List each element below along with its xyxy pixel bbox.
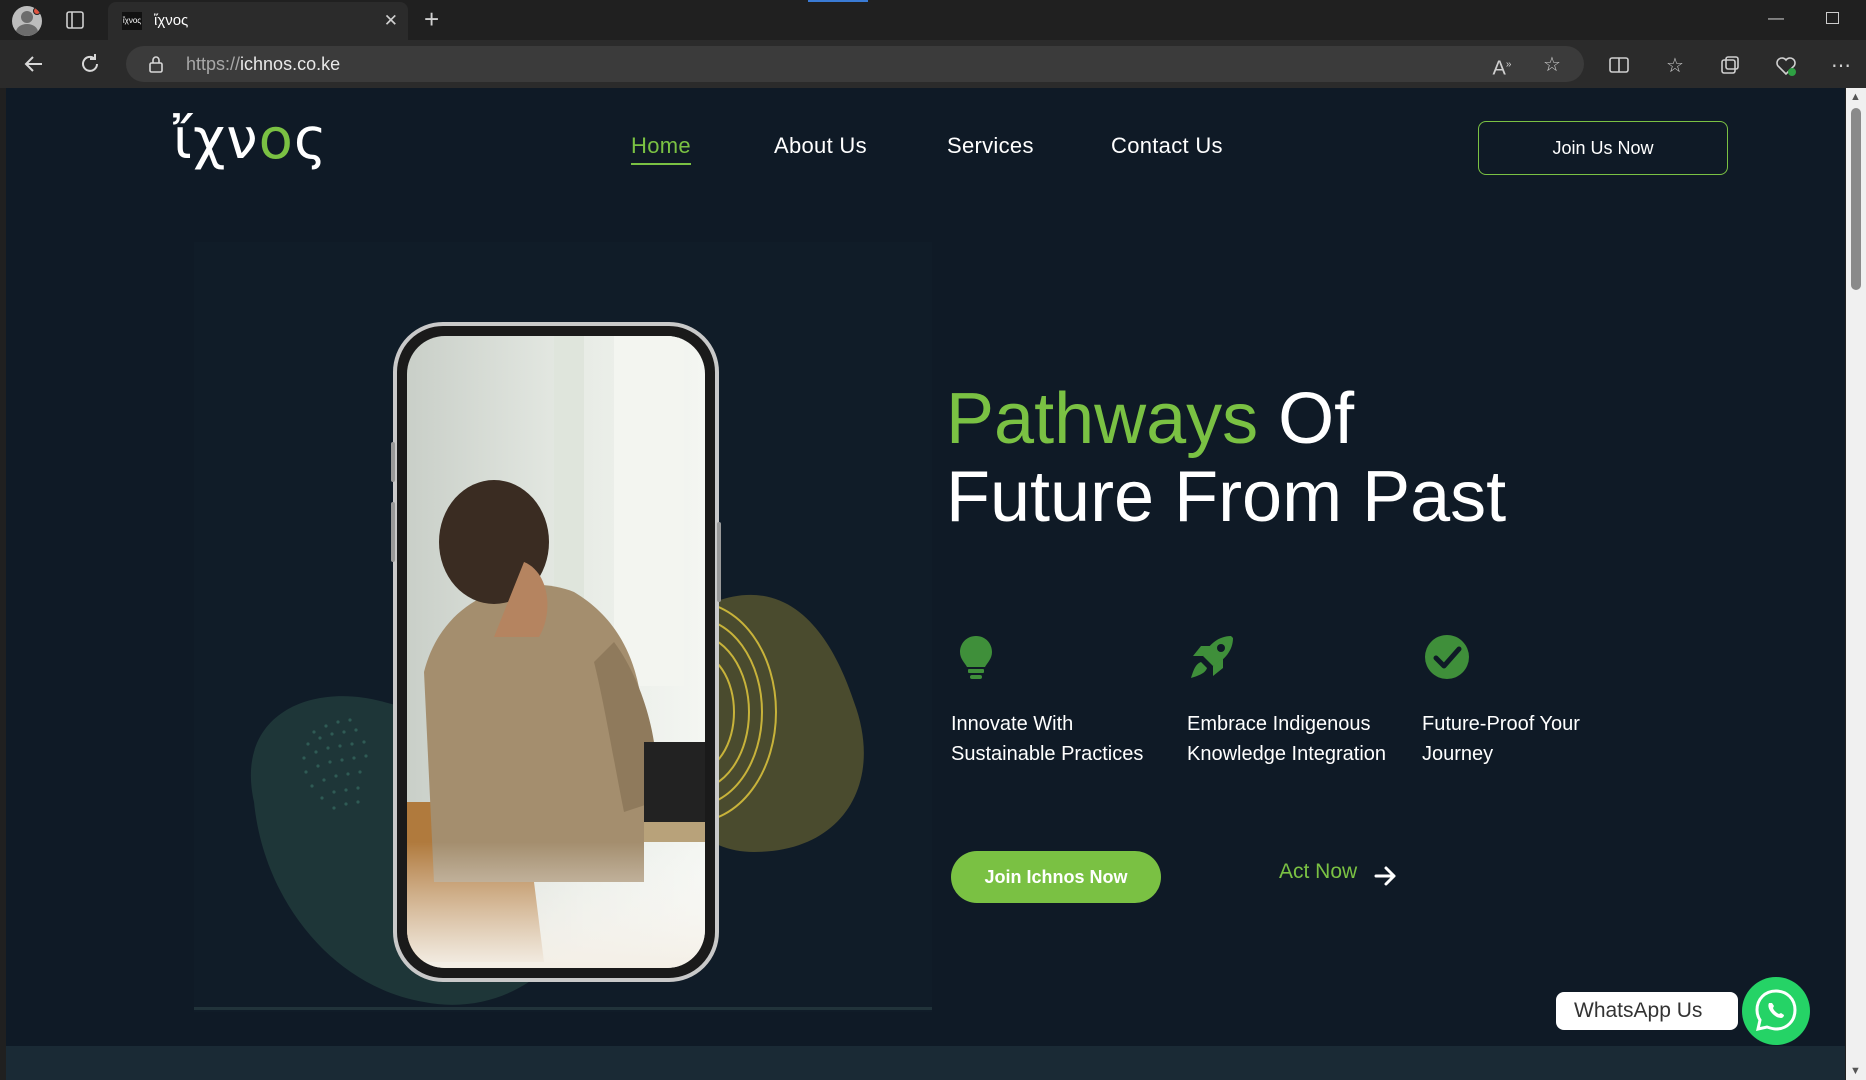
url-protocol: https:// xyxy=(186,54,241,74)
browser-toolbar: https://ichnos.co.ke A» ☆ ☆ ⋯ xyxy=(0,40,1866,88)
url-text[interactable]: https://ichnos.co.ke xyxy=(186,54,340,75)
headline-highlight: Pathways xyxy=(946,379,1259,459)
tabs-icon[interactable] xyxy=(64,9,86,31)
headline-part-2: Future From Past xyxy=(946,457,1507,537)
headline-part-1: Of xyxy=(1258,379,1355,459)
check-circle-icon xyxy=(1425,635,1469,679)
read-aloud-icon[interactable]: A» xyxy=(1490,53,1514,80)
nav-about-us[interactable]: About Us xyxy=(774,133,867,159)
hero-headline: Pathways Of Future From Past xyxy=(946,380,1506,536)
feature-item: Innovate With Sustainable Practices xyxy=(951,632,1171,769)
feature-item: Embrace Indigenous Knowledge Integration xyxy=(1187,632,1407,769)
hero-divider xyxy=(194,1007,932,1010)
scrollbar-thumb[interactable] xyxy=(1851,108,1861,290)
next-section-band xyxy=(6,1046,1845,1080)
feature-item: Future-Proof Your Journey xyxy=(1422,632,1642,769)
feature-text: Future-Proof Your Journey xyxy=(1422,713,1580,765)
close-icon[interactable]: ✕ xyxy=(384,11,398,31)
collections-icon[interactable] xyxy=(1718,54,1742,78)
nav-home[interactable]: Home xyxy=(631,133,691,165)
favorites-icon[interactable]: ☆ xyxy=(1663,54,1687,78)
address-bar[interactable]: https://ichnos.co.ke A» ☆ xyxy=(126,46,1584,82)
join-ichnos-now-button[interactable]: Join Ichnos Now xyxy=(951,851,1161,903)
lock-icon[interactable] xyxy=(146,54,166,74)
favorite-star-icon[interactable]: ☆ xyxy=(1540,53,1564,77)
favicon: ἴχνος xyxy=(122,12,142,30)
profile-icon[interactable] xyxy=(12,6,42,36)
lightbulb-icon xyxy=(960,636,992,679)
tab-title: ἴχνος xyxy=(154,12,189,29)
back-icon[interactable] xyxy=(20,50,48,78)
window-accent xyxy=(808,0,868,2)
arrow-right-icon[interactable] xyxy=(1372,863,1400,889)
scroll-up-icon[interactable]: ▲ xyxy=(1850,91,1861,103)
browser-essentials-icon[interactable] xyxy=(1774,54,1798,78)
page-viewport: ἴχνος Home About Us Services Contact Us … xyxy=(6,88,1845,1080)
join-us-now-button[interactable]: Join Us Now xyxy=(1478,121,1728,175)
feature-text: Innovate With Sustainable Practices xyxy=(951,713,1144,765)
refresh-icon[interactable] xyxy=(76,50,104,78)
new-tab-icon[interactable]: + xyxy=(424,4,439,35)
site-logo[interactable]: ἴχνος xyxy=(173,110,328,170)
vertical-scrollbar[interactable]: ▲ ▼ xyxy=(1846,88,1866,1080)
hero-phone-illustration xyxy=(250,322,864,1005)
act-now-link[interactable]: Act Now xyxy=(1279,860,1357,884)
minimize-icon[interactable]: — xyxy=(1768,10,1784,28)
split-screen-icon[interactable] xyxy=(1607,54,1631,78)
nav-services[interactable]: Services xyxy=(947,133,1034,159)
restore-icon[interactable] xyxy=(1826,12,1839,24)
browser-tab[interactable]: ἴχνος ἴχνος ✕ xyxy=(108,2,408,40)
whatsapp-button[interactable] xyxy=(1742,977,1810,1045)
feature-text: Embrace Indigenous Knowledge Integration xyxy=(1187,713,1387,765)
url-host: ichnos.co.ke xyxy=(240,54,341,74)
nav-contact-us[interactable]: Contact Us xyxy=(1111,133,1223,159)
more-icon[interactable]: ⋯ xyxy=(1829,54,1853,78)
scroll-down-icon[interactable]: ▼ xyxy=(1850,1065,1861,1077)
whatsapp-label[interactable]: WhatsApp Us xyxy=(1556,992,1738,1030)
whatsapp-icon xyxy=(1755,989,1797,1031)
browser-titlebar: ἴχνος ἴχνος ✕ + — xyxy=(0,0,1866,40)
rocket-icon xyxy=(1191,636,1233,678)
